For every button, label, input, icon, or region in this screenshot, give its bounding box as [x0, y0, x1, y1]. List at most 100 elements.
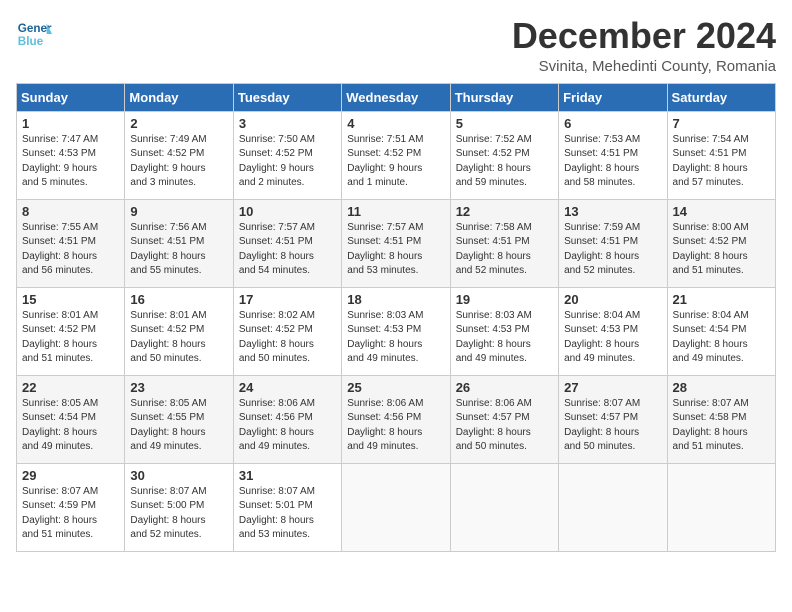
calendar-cell: 18 Sunrise: 8:03 AM Sunset: 4:53 PM Dayli…	[342, 287, 450, 375]
day-number: 8	[22, 204, 119, 219]
day-info: Sunrise: 8:05 AM Sunset: 4:54 PM Dayligh…	[22, 397, 119, 455]
calendar-header-row: SundayMondayTuesdayWednesdayThursdayFrid…	[17, 83, 776, 111]
calendar-cell: 24 Sunrise: 8:06 AM Sunset: 4:56 PM Dayli…	[233, 375, 341, 463]
day-info: Sunrise: 8:00 AM Sunset: 4:52 PM Dayligh…	[673, 221, 770, 279]
logo: General Blue	[16, 16, 52, 52]
calendar-cell: 30 Sunrise: 8:07 AM Sunset: 5:00 PM Dayli…	[125, 463, 233, 551]
day-info: Sunrise: 7:56 AM Sunset: 4:51 PM Dayligh…	[130, 221, 227, 279]
day-number: 30	[130, 468, 227, 483]
day-info: Sunrise: 8:07 AM Sunset: 5:00 PM Dayligh…	[130, 485, 227, 543]
day-info: Sunrise: 8:07 AM Sunset: 5:01 PM Dayligh…	[239, 485, 336, 543]
day-info: Sunrise: 7:49 AM Sunset: 4:52 PM Dayligh…	[130, 133, 227, 191]
day-info: Sunrise: 8:03 AM Sunset: 4:53 PM Dayligh…	[347, 309, 444, 367]
day-number: 14	[673, 204, 770, 219]
calendar-cell: 8 Sunrise: 7:55 AM Sunset: 4:51 PM Daylig…	[17, 199, 125, 287]
day-info: Sunrise: 8:01 AM Sunset: 4:52 PM Dayligh…	[130, 309, 227, 367]
day-info: Sunrise: 8:07 AM Sunset: 4:59 PM Dayligh…	[22, 485, 119, 543]
calendar-cell: 1 Sunrise: 7:47 AM Sunset: 4:53 PM Daylig…	[17, 111, 125, 199]
logo-icon: General Blue	[16, 16, 52, 52]
calendar-cell: 16 Sunrise: 8:01 AM Sunset: 4:52 PM Dayli…	[125, 287, 233, 375]
calendar-cell: 23Sunrise: 8:05 AM Sunset: 4:55 PM Dayli…	[125, 375, 233, 463]
header-monday: Monday	[125, 83, 233, 111]
day-number: 17	[239, 292, 336, 307]
day-info: Sunrise: 8:06 AM Sunset: 4:56 PM Dayligh…	[239, 397, 336, 455]
calendar-week-row: 8 Sunrise: 7:55 AM Sunset: 4:51 PM Daylig…	[17, 199, 776, 287]
calendar-cell: 21 Sunrise: 8:04 AM Sunset: 4:54 PM Dayli…	[667, 287, 775, 375]
day-info: Sunrise: 7:59 AM Sunset: 4:51 PM Dayligh…	[564, 221, 661, 279]
calendar-cell	[559, 463, 667, 551]
day-number: 18	[347, 292, 444, 307]
day-number: 31	[239, 468, 336, 483]
header-saturday: Saturday	[667, 83, 775, 111]
day-info: Sunrise: 8:03 AM Sunset: 4:53 PM Dayligh…	[456, 309, 553, 367]
day-number: 22	[22, 380, 119, 395]
page-header: General Blue December 2024 Svinita, Mehe…	[16, 16, 776, 75]
day-number: 12	[456, 204, 553, 219]
day-info: Sunrise: 8:07 AM Sunset: 4:57 PM Dayligh…	[564, 397, 661, 455]
calendar-cell: 15Sunrise: 8:01 AM Sunset: 4:52 PM Dayli…	[17, 287, 125, 375]
day-info: Sunrise: 8:04 AM Sunset: 4:54 PM Dayligh…	[673, 309, 770, 367]
day-number: 27	[564, 380, 661, 395]
day-number: 24	[239, 380, 336, 395]
day-info: Sunrise: 7:54 AM Sunset: 4:51 PM Dayligh…	[673, 133, 770, 191]
header-wednesday: Wednesday	[342, 83, 450, 111]
day-number: 1	[22, 116, 119, 131]
day-number: 3	[239, 116, 336, 131]
calendar-week-row: 29 Sunrise: 8:07 AM Sunset: 4:59 PM Dayli…	[17, 463, 776, 551]
calendar-cell: 20 Sunrise: 8:04 AM Sunset: 4:53 PM Dayli…	[559, 287, 667, 375]
calendar-cell: 4Sunrise: 7:51 AM Sunset: 4:52 PM Daylig…	[342, 111, 450, 199]
day-number: 7	[673, 116, 770, 131]
calendar-cell: 31 Sunrise: 8:07 AM Sunset: 5:01 PM Dayli…	[233, 463, 341, 551]
calendar-cell: 17 Sunrise: 8:02 AM Sunset: 4:52 PM Dayli…	[233, 287, 341, 375]
calendar-cell: 29 Sunrise: 8:07 AM Sunset: 4:59 PM Dayli…	[17, 463, 125, 551]
calendar-cell: 5Sunrise: 7:52 AM Sunset: 4:52 PM Daylig…	[450, 111, 558, 199]
calendar-table: SundayMondayTuesdayWednesdayThursdayFrid…	[16, 83, 776, 552]
day-info: Sunrise: 7:57 AM Sunset: 4:51 PM Dayligh…	[239, 221, 336, 279]
svg-text:Blue: Blue	[18, 35, 44, 48]
header-thursday: Thursday	[450, 83, 558, 111]
calendar-week-row: 22 Sunrise: 8:05 AM Sunset: 4:54 PM Dayli…	[17, 375, 776, 463]
day-number: 29	[22, 468, 119, 483]
calendar-week-row: 15 Sunrise: 8:01 AM Sunset: 4:52 PM Dayli…	[17, 287, 776, 375]
calendar-cell	[667, 463, 775, 551]
calendar-cell: 3 Sunrise: 7:50 AM Sunset: 4:52 PM Daylig…	[233, 111, 341, 199]
day-number: 16	[130, 292, 227, 307]
calendar-cell: 2 Sunrise: 7:49 AM Sunset: 4:52 PM Daylig…	[125, 111, 233, 199]
calendar-cell: 27 Sunrise: 8:07 AM Sunset: 4:57 PM Dayli…	[559, 375, 667, 463]
day-number: 11	[347, 204, 444, 219]
header-tuesday: Tuesday	[233, 83, 341, 111]
calendar-cell: 11 Sunrise: 7:57 AM Sunset: 4:51 PM Dayli…	[342, 199, 450, 287]
calendar-cell: 22 Sunrise: 8:05 AM Sunset: 4:54 PM Dayli…	[17, 375, 125, 463]
location-subtitle: Svinita, Mehedinti County, Romania	[512, 58, 776, 75]
day-info: Sunrise: 7:57 AM Sunset: 4:51 PM Dayligh…	[347, 221, 444, 279]
day-info: Sunrise: 7:55 AM Sunset: 4:51 PM Dayligh…	[22, 221, 119, 279]
day-info: Sunrise: 7:50 AM Sunset: 4:52 PM Dayligh…	[239, 133, 336, 191]
day-number: 23	[130, 380, 227, 395]
day-number: 2	[130, 116, 227, 131]
month-title: December 2024	[512, 16, 776, 56]
day-info: Sunrise: 7:53 AM Sunset: 4:51 PM Dayligh…	[564, 133, 661, 191]
day-number: 20	[564, 292, 661, 307]
calendar-cell: 10 Sunrise: 7:57 AM Sunset: 4:51 PM Dayli…	[233, 199, 341, 287]
header-sunday: Sunday	[17, 83, 125, 111]
day-info: Sunrise: 7:47 AM Sunset: 4:53 PM Dayligh…	[22, 133, 119, 191]
calendar-cell: 7 Sunrise: 7:54 AM Sunset: 4:51 PM Daylig…	[667, 111, 775, 199]
day-number: 21	[673, 292, 770, 307]
day-number: 9	[130, 204, 227, 219]
day-number: 4	[347, 116, 444, 131]
calendar-cell: 26Sunrise: 8:06 AM Sunset: 4:57 PM Dayli…	[450, 375, 558, 463]
day-info: Sunrise: 8:02 AM Sunset: 4:52 PM Dayligh…	[239, 309, 336, 367]
calendar-cell: 9 Sunrise: 7:56 AM Sunset: 4:51 PM Daylig…	[125, 199, 233, 287]
day-number: 15	[22, 292, 119, 307]
calendar-week-row: 1 Sunrise: 7:47 AM Sunset: 4:53 PM Daylig…	[17, 111, 776, 199]
day-number: 5	[456, 116, 553, 131]
calendar-cell: 19 Sunrise: 8:03 AM Sunset: 4:53 PM Dayli…	[450, 287, 558, 375]
calendar-cell: 28Sunrise: 8:07 AM Sunset: 4:58 PM Dayli…	[667, 375, 775, 463]
calendar-cell	[342, 463, 450, 551]
day-number: 19	[456, 292, 553, 307]
calendar-cell: 14 Sunrise: 8:00 AM Sunset: 4:52 PM Dayli…	[667, 199, 775, 287]
day-info: Sunrise: 8:04 AM Sunset: 4:53 PM Dayligh…	[564, 309, 661, 367]
day-number: 10	[239, 204, 336, 219]
day-info: Sunrise: 8:06 AM Sunset: 4:56 PM Dayligh…	[347, 397, 444, 455]
calendar-cell: 6Sunrise: 7:53 AM Sunset: 4:51 PM Daylig…	[559, 111, 667, 199]
